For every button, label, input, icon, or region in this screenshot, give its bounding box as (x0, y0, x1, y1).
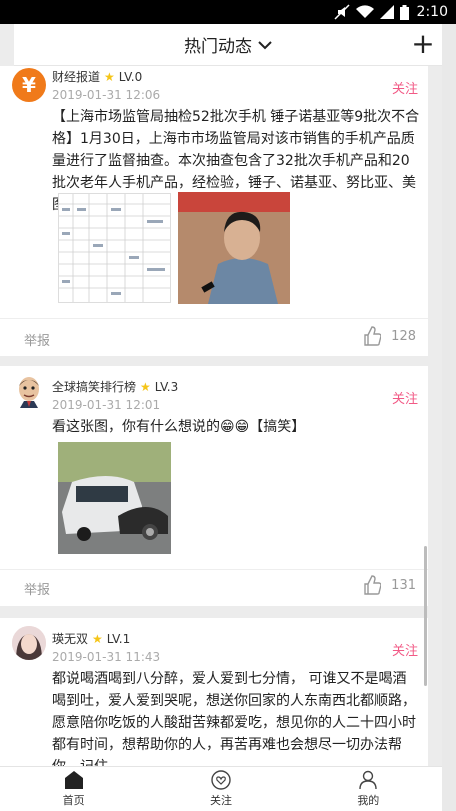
cartoon-face-icon (19, 377, 39, 408)
post-divider (0, 569, 428, 570)
heart-icon (211, 770, 231, 790)
thumbs-up-icon (364, 326, 382, 346)
report-button[interactable]: 举报 (24, 579, 50, 598)
signal-icon (379, 5, 394, 19)
like-count: 128 (391, 328, 416, 344)
nav-item-me[interactable]: 我的 (295, 767, 442, 811)
mute-icon (334, 4, 350, 20)
thumbs-up-icon (364, 575, 382, 595)
post-time: 2019-01-31 11:43 (52, 650, 161, 664)
person-photo-icon (178, 192, 290, 304)
nav-item-label: 我的 (357, 794, 380, 807)
right-edge-strip (442, 24, 456, 811)
page-title: 热门动态 (184, 37, 252, 57)
user-level: LV.3 (154, 379, 179, 394)
follow-button[interactable]: 关注 (392, 388, 418, 407)
yen-icon: ¥ (22, 73, 36, 97)
status-time: 2:10 (416, 4, 448, 20)
user-icon (359, 770, 378, 790)
post-time: 2019-01-31 12:01 (52, 398, 161, 412)
post-card[interactable]: ¥ 财经报道 ★ LV.0 2019-01-31 12:06 关注 【上海市场监… (0, 66, 428, 356)
post-username[interactable]: 财经报道 (52, 68, 100, 85)
user-photo-icon (12, 626, 46, 660)
follow-button[interactable]: 关注 (392, 640, 418, 659)
follow-button[interactable]: 关注 (392, 78, 418, 97)
nav-item-follow[interactable]: 关注 (147, 767, 294, 811)
header-bar: 热门动态 + (14, 24, 442, 66)
post-username[interactable]: 全球搞笑排行榜 (52, 378, 136, 395)
like-count: 131 (391, 577, 416, 593)
post-image-photo[interactable] (58, 442, 171, 554)
wifi-icon (355, 5, 374, 19)
feed-selector[interactable]: 热门动态 (184, 32, 272, 57)
home-icon (64, 771, 83, 789)
post-card[interactable]: 全球搞笑排行榜 ★ LV.3 2019-01-31 12:01 关注 看这张图，… (0, 366, 428, 606)
scrollbar[interactable] (424, 546, 427, 686)
star-icon: ★ (104, 69, 115, 84)
post-content[interactable]: 看这张图，你有什么想说的😁😁【搞笑】 (52, 416, 420, 438)
user-level: LV.1 (106, 631, 131, 646)
bottom-nav: 首页 关注 我的 (0, 766, 442, 811)
avatar[interactable] (12, 374, 46, 408)
nav-item-label: 首页 (62, 794, 85, 807)
car-accident-photo-icon (58, 442, 171, 554)
report-button[interactable]: 举报 (24, 330, 50, 349)
nav-item-label: 关注 (209, 794, 232, 807)
add-post-button[interactable]: + (408, 30, 438, 60)
post-username[interactable]: 瑛无双 (52, 630, 88, 647)
user-level: LV.0 (118, 69, 143, 84)
feed-list[interactable]: ¥ 财经报道 ★ LV.0 2019-01-31 12:06 关注 【上海市场监… (0, 66, 442, 766)
post-card[interactable]: 瑛无双 ★ LV.1 2019-01-31 11:43 关注 都说喝酒喝到八分醉… (0, 618, 428, 766)
status-bar: 2:10 (0, 0, 456, 24)
table-thumbnail-icon (59, 194, 170, 302)
like-button[interactable]: 131 (363, 575, 416, 595)
battery-icon (399, 4, 409, 20)
post-image-photo[interactable] (178, 192, 290, 304)
star-icon: ★ (92, 631, 103, 646)
like-button[interactable]: 128 (363, 326, 416, 346)
star-icon: ★ (140, 379, 151, 394)
avatar[interactable] (12, 626, 46, 660)
avatar[interactable]: ¥ (12, 68, 46, 102)
post-divider (0, 318, 428, 319)
nav-item-home[interactable]: 首页 (0, 767, 147, 811)
post-content[interactable]: 都说喝酒喝到八分醉，爱人爱到七分情， 可谁又不是喝酒喝到吐，爱人爱到哭呢，想送你… (52, 668, 420, 766)
post-image-table[interactable] (58, 193, 171, 303)
post-time: 2019-01-31 12:06 (52, 88, 161, 102)
chevron-down-icon (258, 40, 272, 49)
